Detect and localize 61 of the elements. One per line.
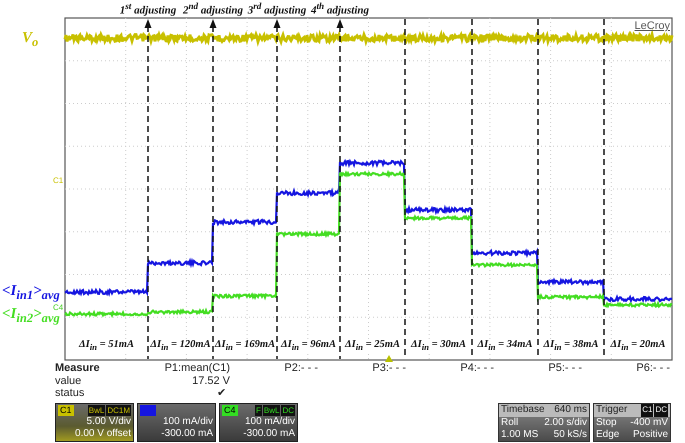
setting-label: Roll [501, 416, 518, 429]
channel-tag: DC [281, 405, 295, 416]
channel-scale: 100 mA/div [162, 416, 213, 428]
timebase-panel[interactable]: Timebase 640 ms Roll 2.00 s/div 1.00 MS 50 kS/s [498, 403, 590, 442]
parameter-name: P2:- - - [284, 362, 318, 374]
parameter-name: P6:- - - [636, 362, 670, 374]
delta-label: ΔI$_{in}$ = 51mA [79, 339, 134, 352]
parameter-name: P4:- - - [460, 362, 494, 374]
row-label: value [55, 374, 82, 387]
parameter-name: P3:- - - [372, 362, 406, 374]
delta-label: ΔI$_{in}$ = 34mA [478, 339, 532, 352]
delta-label: ΔI$_{in}$ = 38mA [544, 339, 598, 352]
parameter-name: P5:- - - [548, 362, 582, 374]
setting-value: -400 mV [630, 416, 668, 429]
status-check: ✔ [217, 387, 227, 400]
panel-title: Timebase [501, 404, 545, 416]
adjustment-label: 1$^{st}$ adjusting [120, 1, 176, 17]
delta-label: ΔI$_{in}$ = 30mA [411, 339, 466, 352]
setting-value: 50 kS/s [554, 429, 587, 442]
channel-scale: 5.00 V/div [86, 416, 131, 428]
channel-badge: C1 [58, 405, 74, 416]
setting-label: 1.00 MS [501, 429, 538, 442]
channel-tag: BwL [88, 405, 106, 416]
measure-heading: Measure [55, 362, 100, 374]
delta-label: ΔI$_{in}$ = 20mA [610, 339, 666, 352]
setting-label: Stop [596, 416, 617, 429]
channel-marker: C4 [53, 303, 64, 312]
panel-value: 640 ms [554, 404, 587, 416]
channel-tag: BwL [262, 405, 280, 416]
channel-panel[interactable]: C1 BwL DC1M 5.00 V/div 0.00 V offset [55, 403, 134, 442]
channel-offset: 0.00 V offset [74, 428, 131, 440]
setting-label: Edge [596, 429, 620, 442]
adjustment-label: 2$^{nd}$ adjusting [182, 1, 244, 17]
trigger-tag: DC [654, 404, 668, 416]
channel-scale: 100 mA/div [244, 416, 295, 428]
channel-panel[interactable]: C4 F BwL DC 100 mA/div -300.00 mA [219, 403, 298, 442]
delta-label: ΔI$_{in}$ = 120mA [150, 339, 211, 352]
logo: LeCroy [634, 20, 670, 32]
delta-label: ΔI$_{in}$ = 25mA [345, 339, 400, 352]
trace-label: V$_{o}$ [22, 30, 38, 50]
delta-label: ΔI$_{in}$ = 169mA [214, 339, 276, 352]
trigger-panel[interactable]: Trigger C1 DC Stop -400 mV Edge Positive [593, 403, 671, 442]
setting-value: Positive [632, 429, 668, 442]
channel-badge: C4 [222, 405, 238, 416]
parameter-name: P1:mean(C1) [164, 362, 230, 374]
channel-offset: -300.00 mA [160, 428, 213, 440]
row-label: status [55, 387, 84, 400]
setting-value: 2.00 s/div [544, 416, 587, 429]
panel-title: Trigger [596, 404, 628, 416]
channel-panel[interactable]: 100 mA/div -300.00 mA [137, 403, 216, 442]
trigger-marker-icon [385, 355, 393, 362]
trace-label: <I$_{in1}$>$_{avg}$ [2, 283, 60, 303]
delta-label: ΔI$_{in}$ = 96mA [281, 339, 336, 352]
channel-tag: DC1M [106, 405, 131, 416]
channel-offset: -300.00 mA [242, 428, 295, 440]
parameter-value: 17.52 V [192, 374, 230, 387]
channel-marker: C1 [53, 176, 64, 185]
channel-tag: F [254, 405, 262, 416]
trigger-tag: C1 [641, 404, 654, 416]
adjustment-label: 3$^{rd}$ adjusting [248, 1, 306, 17]
adjustment-label: 4$^{th}$ adjusting [310, 1, 370, 17]
